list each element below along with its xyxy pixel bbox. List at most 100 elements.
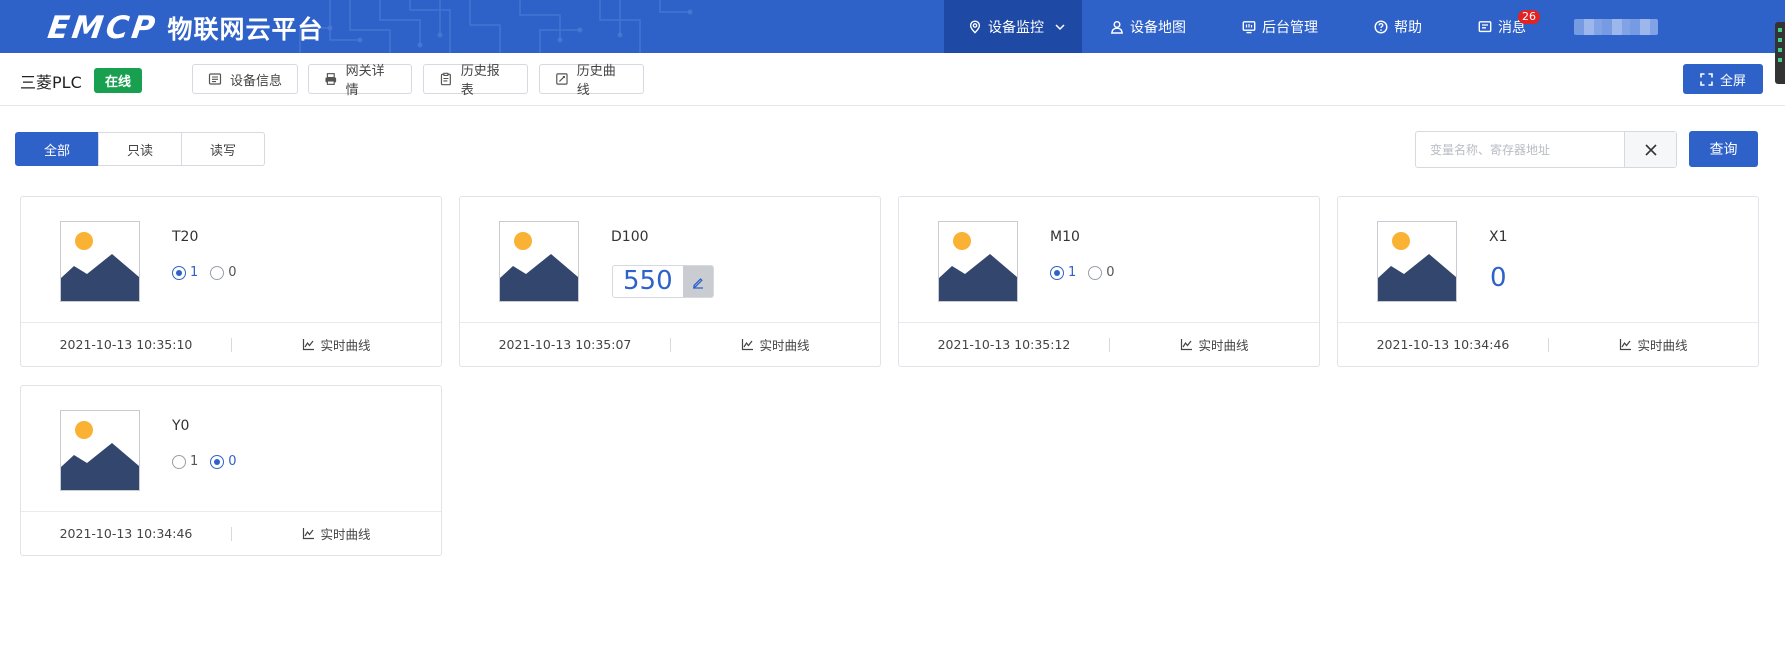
edit-chart-icon <box>556 73 568 85</box>
history-curve-button[interactable]: 历史曲线 <box>539 64 644 98</box>
update-time: 2021-10-13 10:34:46 <box>59 526 193 541</box>
nav-label: 设备监控 <box>988 19 1044 36</box>
realtime-curve-link[interactable]: 实时曲线 <box>1110 335 1319 354</box>
variable-card: Y0 1 0 2021-10-13 10:34:46 实时曲线 <box>20 385 442 556</box>
variable-value: 0 <box>1490 263 1507 293</box>
pencil-icon <box>692 277 703 289</box>
variable-name: Y0 <box>172 418 190 434</box>
printer-icon <box>325 73 337 85</box>
nav-admin[interactable]: 后台管理 <box>1214 0 1346 53</box>
nav-label: 设备地图 <box>1130 19 1186 36</box>
realtime-curve-link[interactable]: 实时曲线 <box>232 524 441 543</box>
variable-name: X1 <box>1489 229 1508 245</box>
image-placeholder-icon <box>1377 221 1457 302</box>
realtime-curve-link[interactable]: 实时曲线 <box>671 335 880 354</box>
radio-label: 0 <box>228 454 237 469</box>
button-label: 设备信息 <box>230 73 283 89</box>
line-chart-icon <box>742 339 754 351</box>
line-chart-icon <box>303 339 315 351</box>
fullscreen-icon <box>1700 72 1713 86</box>
nav-label: 后台管理 <box>1262 19 1318 36</box>
button-label: 网关详情 <box>345 64 385 98</box>
switch-value-group: 1 0 <box>1050 265 1127 280</box>
radio-option-0[interactable]: 0 <box>210 265 237 280</box>
nav-device-map[interactable]: 设备地图 <box>1082 0 1214 53</box>
nav-messages[interactable]: 消息 26 <box>1450 0 1554 53</box>
variable-card: T20 1 0 2021-10-13 10:35:10 实时曲线 <box>20 196 442 367</box>
status-badge: 在线 <box>94 68 143 93</box>
brand-logo[interactable]: EMCP 物联网云平台 <box>45 10 324 46</box>
realtime-curve-link[interactable]: 实时曲线 <box>232 335 441 354</box>
edit-value-button[interactable] <box>682 266 713 297</box>
username-blurred <box>1574 18 1658 35</box>
radio-unchecked-icon <box>210 265 225 280</box>
card-footer: 2021-10-13 10:35:10 实时曲线 <box>21 322 441 366</box>
history-report-button[interactable]: 历史报表 <box>423 64 528 98</box>
variable-card: X1 0 2021-10-13 10:34:46 实时曲线 <box>1337 196 1759 367</box>
close-icon <box>1644 143 1657 156</box>
line-chart-icon <box>303 528 315 540</box>
tab-readonly[interactable]: 只读 <box>98 132 182 166</box>
variable-name: T20 <box>172 229 199 245</box>
info-list-icon <box>208 73 222 85</box>
logo-mark: EMCP <box>45 10 161 46</box>
update-time: 2021-10-13 10:34:46 <box>1376 337 1510 352</box>
switch-value-group: 1 0 <box>172 454 249 469</box>
monitor-icon <box>1242 20 1256 33</box>
image-placeholder-icon <box>499 221 579 302</box>
radio-label: 0 <box>228 265 237 280</box>
chevron-down-icon <box>1055 23 1065 30</box>
image-placeholder-icon <box>60 410 140 491</box>
variable-name: D100 <box>611 229 649 245</box>
radio-option-1[interactable]: 1 <box>1050 265 1076 280</box>
card-footer: 2021-10-13 10:34:46 实时曲线 <box>1338 322 1758 366</box>
variable-value[interactable]: 550 <box>613 266 683 297</box>
radio-checked-icon <box>1050 265 1064 280</box>
tab-all[interactable]: 全部 <box>15 132 99 166</box>
realtime-curve-link[interactable]: 实时曲线 <box>1549 335 1758 354</box>
card-footer: 2021-10-13 10:35:12 实时曲线 <box>899 322 1319 366</box>
platform-name: 物联网云平台 <box>167 15 324 44</box>
radio-option-0[interactable]: 0 <box>210 454 237 469</box>
line-chart-icon <box>1620 339 1632 351</box>
question-icon <box>1374 19 1388 34</box>
user-icon <box>1111 20 1123 34</box>
device-header: 三菱PLC 在线 设备信息 网关详情 历史报表 历史曲线 全屏 <box>0 53 1785 106</box>
radio-option-1[interactable]: 1 <box>172 454 198 469</box>
device-name: 三菱PLC <box>20 73 82 92</box>
curve-label: 实时曲线 <box>1637 338 1688 353</box>
search-input[interactable] <box>1416 132 1624 167</box>
radio-label: 1 <box>1068 265 1077 280</box>
line-chart-icon <box>1181 339 1193 351</box>
image-placeholder-icon <box>938 221 1018 302</box>
main-nav: 设备监控 设备地图 后台管理 帮助 消息 26 <box>944 0 1678 53</box>
radio-checked-icon <box>172 265 186 280</box>
curve-label: 实时曲线 <box>320 527 371 542</box>
radio-option-0[interactable]: 0 <box>1088 265 1115 280</box>
nav-help[interactable]: 帮助 <box>1346 0 1450 53</box>
nav-user[interactable] <box>1554 0 1678 53</box>
clear-search-button[interactable] <box>1624 132 1676 167</box>
variable-card: D100 550 2021-10-13 10:35:07 实时曲线 <box>459 196 881 367</box>
radio-option-1[interactable]: 1 <box>172 265 198 280</box>
tab-readwrite[interactable]: 读写 <box>181 132 265 166</box>
button-label: 历史曲线 <box>576 64 616 98</box>
radio-unchecked-icon <box>172 454 186 469</box>
image-placeholder-icon <box>60 221 140 302</box>
query-button[interactable]: 查询 <box>1689 131 1758 167</box>
card-footer: 2021-10-13 10:34:46 实时曲线 <box>21 511 441 555</box>
radio-checked-icon <box>210 454 225 469</box>
nav-device-monitor[interactable]: 设备监控 <box>944 0 1082 53</box>
top-nav-bar: EMCP 物联网云平台 设备监控 设备地图 后台管理 帮助 消息 26 <box>0 0 1785 53</box>
fullscreen-button[interactable]: 全屏 <box>1682 64 1763 94</box>
button-label: 全屏 <box>1719 73 1746 89</box>
editable-value-field: 550 <box>612 265 714 298</box>
access-filter-tabs: 全部 只读 读写 <box>15 132 265 166</box>
card-footer: 2021-10-13 10:35:07 实时曲线 <box>460 322 880 366</box>
device-info-button[interactable]: 设备信息 <box>192 64 298 94</box>
curve-label: 实时曲线 <box>759 338 810 353</box>
curve-label: 实时曲线 <box>320 338 371 353</box>
message-icon <box>1478 20 1492 32</box>
clipboard-icon <box>440 72 451 86</box>
gateway-details-button[interactable]: 网关详情 <box>308 64 412 98</box>
